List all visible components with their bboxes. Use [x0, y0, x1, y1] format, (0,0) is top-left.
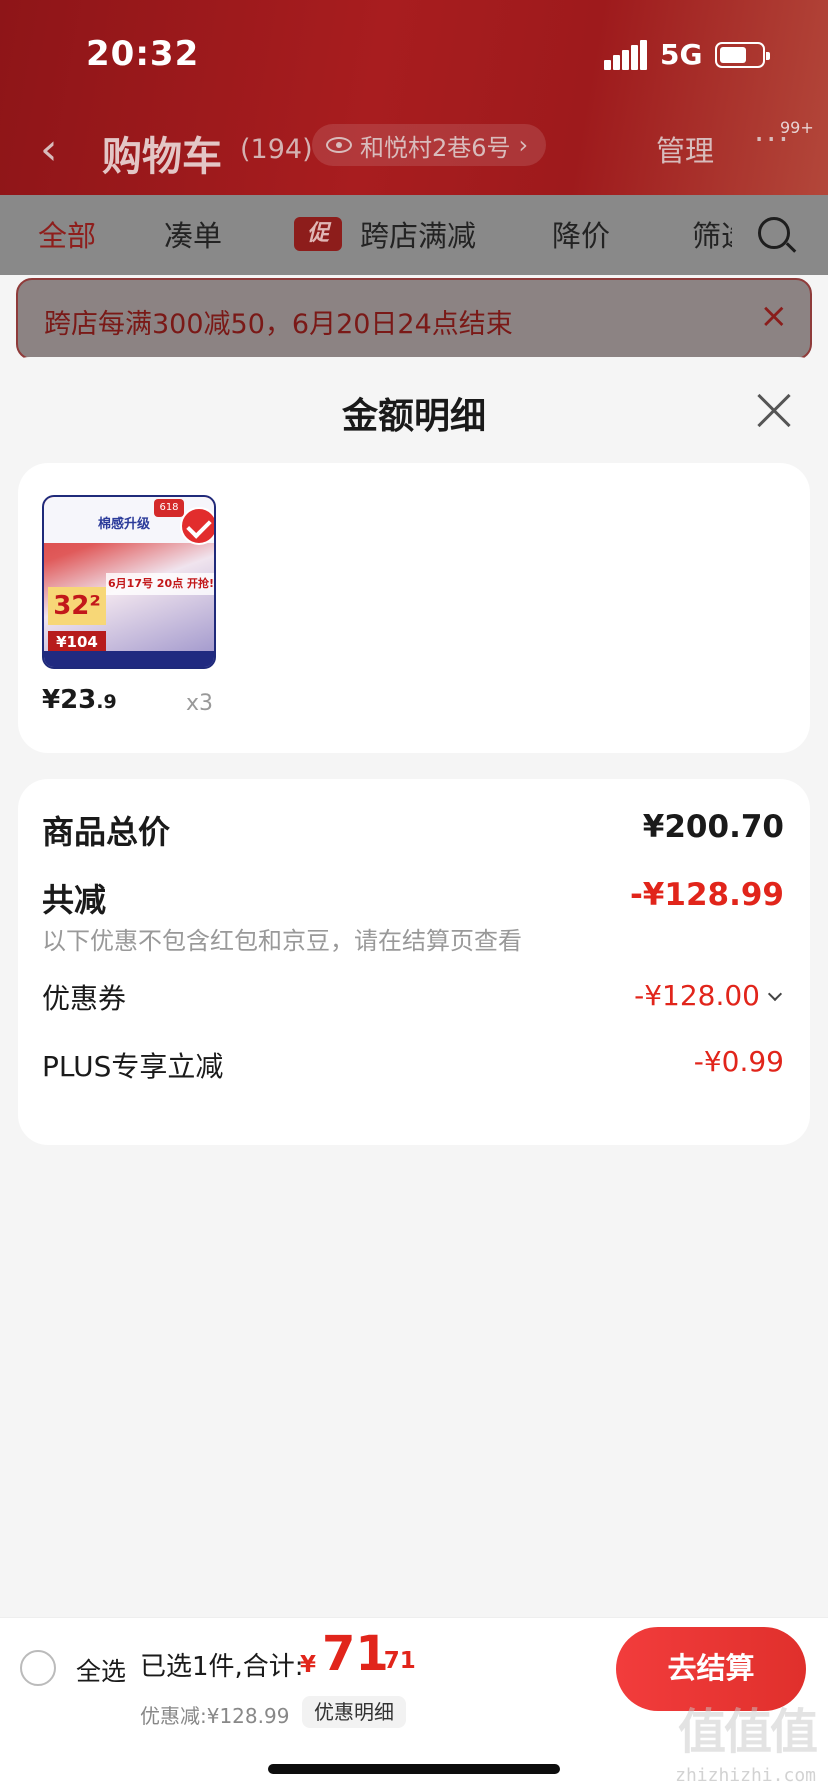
status-bar: 20:32 5G — [0, 0, 828, 110]
manage-button[interactable]: 管理 — [656, 128, 714, 170]
product-thumbnail[interactable]: 棉感升级 618 6月17号 20点 开抢! 32² ¥104 — [42, 495, 216, 669]
chevron-right-icon: › — [518, 131, 529, 159]
reduce-note: 以下优惠不包含红包和京豆，请在结算页查看 — [42, 927, 522, 955]
status-time: 20:32 — [86, 34, 200, 74]
select-all-checkbox[interactable] — [20, 1650, 56, 1686]
tab-price-drop[interactable]: 降价 — [552, 213, 610, 255]
total-value: ¥200.70 — [642, 809, 784, 845]
checkmark-icon — [180, 507, 214, 545]
amount-detail-sheet: 金额明细 棉感升级 618 6月17号 20点 开抢! 32² ¥104 ¥23… — [0, 357, 828, 1617]
signal-icon — [604, 40, 648, 70]
tab-cross-store-discount[interactable]: 跨店满减 — [360, 213, 476, 255]
home-indicator — [268, 1764, 560, 1774]
tab-bundle[interactable]: 凑单 — [164, 213, 222, 255]
reduce-value: -¥128.99 — [629, 877, 784, 913]
product-price: ¥23.9 — [42, 685, 117, 715]
promo-tag: 促 — [294, 217, 342, 251]
chevron-down-icon — [767, 986, 783, 1002]
discount-summary: 优惠减:¥128.99 — [140, 1704, 290, 1728]
message-count-badge: 99+ — [780, 118, 814, 137]
search-icon[interactable] — [758, 217, 790, 249]
coupon-label: 优惠券 — [42, 982, 127, 1015]
nav-bar: ‹ 购物车 (194) 和悦村2巷6号 › 管理 ··· 99+ — [0, 110, 828, 195]
close-icon[interactable] — [754, 391, 794, 431]
filter-tabs: 全部 凑单 促 跨店满减 降价 筛选 — [0, 195, 828, 275]
plus-value: -¥0.99 — [693, 1045, 784, 1078]
plus-label: PLUS专享立减 — [42, 1050, 224, 1083]
back-arrow-icon[interactable]: ‹ — [40, 128, 58, 172]
goods-card: 棉感升级 618 6月17号 20点 开抢! 32² ¥104 ¥23.9 x3 — [18, 463, 810, 753]
watermark-text: zhizhizhi.com — [675, 1765, 816, 1786]
tab-filter[interactable]: 筛选 — [692, 213, 732, 255]
total-label: 商品总价 — [42, 813, 171, 851]
tab-all[interactable]: 全部 — [38, 213, 96, 255]
total-currency: ¥ — [300, 1652, 317, 1678]
reduce-label: 共减 — [42, 881, 107, 919]
total-decimal: .71 — [375, 1648, 416, 1674]
coupon-value: -¥128.00 — [634, 979, 760, 1012]
cart-count: (194) — [240, 134, 313, 165]
address-text: 和悦村2巷6号 — [360, 133, 511, 162]
promo-text: 跨店每满300减50，6月20日24点结束 — [44, 309, 513, 340]
price-summary-card: 商品总价 ¥200.70 共减 -¥128.99 以下优惠不包含红包和京豆，请在… — [18, 779, 810, 1145]
sheet-title: 金额明细 — [341, 396, 486, 437]
eye-icon — [326, 137, 352, 153]
address-selector[interactable]: 和悦村2巷6号 › — [312, 124, 547, 166]
selected-summary: 已选1件,合计: — [140, 1652, 304, 1682]
promo-banner: 跨店每满300减50，6月20日24点结束 × — [16, 278, 812, 360]
discount-detail-button[interactable]: 优惠明细 — [302, 1696, 406, 1728]
network-type: 5G — [660, 38, 703, 71]
select-all-label[interactable]: 全选 — [76, 1652, 126, 1688]
page-title: 购物车 — [102, 134, 222, 180]
product-quantity: x3 — [186, 691, 214, 716]
battery-icon — [715, 42, 770, 68]
watermark-logo: 值值值 — [677, 1704, 818, 1760]
coupon-row-value[interactable]: -¥128.00 — [634, 979, 783, 1012]
close-icon[interactable]: × — [760, 296, 789, 336]
